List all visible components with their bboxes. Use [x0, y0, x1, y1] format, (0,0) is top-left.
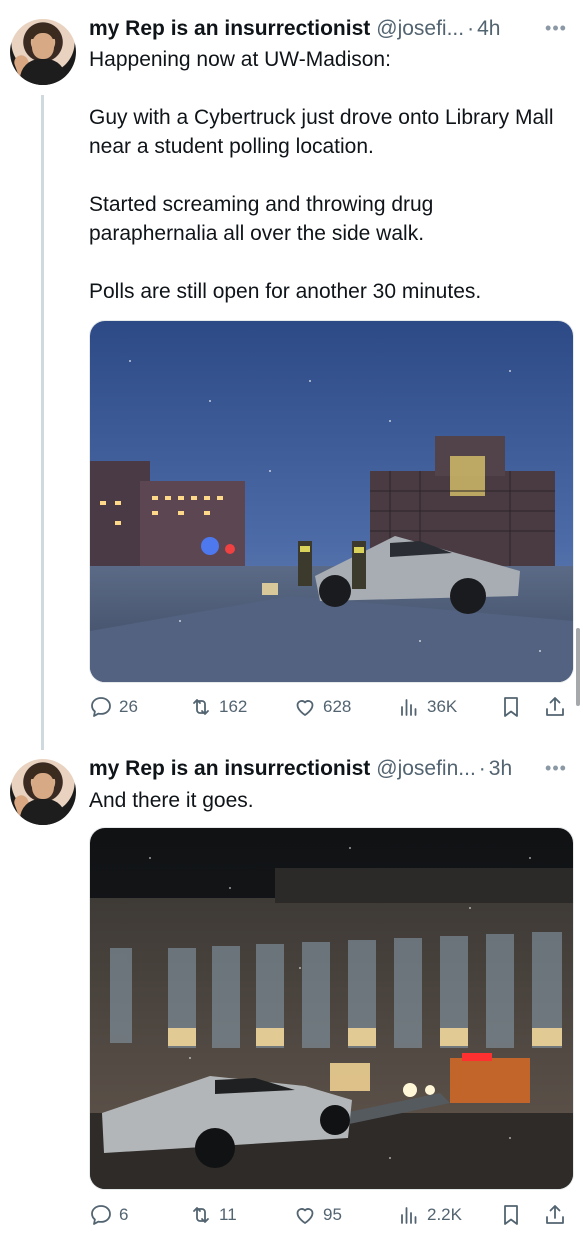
reply-count: 6	[119, 1205, 129, 1224]
tweet-paragraph: And there it goes.	[89, 789, 254, 812]
author-handle[interactable]: @josefi...	[376, 17, 464, 41]
tweet-header: my Rep is an insurrectionist @josefin...…	[89, 754, 512, 784]
like-count: 628	[323, 697, 352, 716]
tweet-paragraph: Happening now at UW-Madison:	[89, 48, 391, 71]
views-button[interactable]: 36K	[397, 692, 457, 722]
tweet-paragraph: Guy with a Cybertruck just drove onto Li…	[89, 106, 554, 158]
reply-icon	[91, 697, 111, 717]
bookmark-button[interactable]	[499, 1200, 529, 1230]
repost-count: 11	[219, 1205, 237, 1224]
repost-icon	[193, 1207, 209, 1223]
avatar[interactable]	[10, 759, 76, 825]
views-icon	[401, 699, 417, 716]
separator: ·	[467, 17, 475, 40]
reply-icon	[91, 1205, 111, 1225]
repost-icon	[193, 699, 209, 715]
separator: ·	[478, 757, 486, 780]
more-horizontal-icon[interactable]: •••	[543, 758, 569, 778]
views-icon	[401, 1207, 417, 1224]
bookmark-icon	[504, 1205, 518, 1225]
like-count: 95	[323, 1205, 342, 1224]
author-name[interactable]: my Rep is an insurrectionist	[89, 17, 370, 41]
like-button[interactable]: 95	[293, 1200, 342, 1230]
more-horizontal-icon[interactable]: •••	[543, 18, 569, 38]
tweet-photo[interactable]	[89, 827, 574, 1190]
reply-button[interactable]: 26	[89, 692, 138, 722]
repost-count: 162	[219, 697, 248, 716]
author-name[interactable]: my Rep is an insurrectionist	[89, 757, 370, 781]
share-button[interactable]	[543, 1200, 573, 1230]
repost-button[interactable]: 162	[189, 692, 247, 722]
scrollbar[interactable]	[576, 628, 580, 706]
thread-connector-line	[41, 95, 44, 750]
heart-icon	[296, 700, 314, 716]
reply-button[interactable]: 6	[89, 1200, 128, 1230]
share-button[interactable]	[543, 692, 573, 722]
bookmark-icon	[504, 697, 518, 717]
heart-icon	[296, 1208, 314, 1224]
tweet-paragraph: Started screaming and throwing drug para…	[89, 193, 434, 245]
timestamp[interactable]: 3h	[489, 757, 512, 781]
views-button[interactable]: 2.2K	[397, 1200, 462, 1230]
share-icon	[546, 1205, 564, 1224]
view-count: 2.2K	[427, 1205, 462, 1224]
author-handle[interactable]: @josefin...	[376, 757, 476, 781]
action-bar: 6 11 95 2.2K	[89, 1200, 572, 1230]
tweet-header: my Rep is an insurrectionist @josefi... …	[89, 14, 500, 44]
like-button[interactable]: 628	[293, 692, 351, 722]
share-icon	[546, 697, 564, 716]
tweet-paragraph: Polls are still open for another 30 minu…	[89, 280, 482, 303]
action-bar: 26 162 628 36K	[89, 692, 572, 722]
tweet-text: And there it goes.	[89, 786, 559, 815]
tweet-text: Happening now at UW-Madison: Guy with a …	[89, 45, 559, 306]
tweet-photo[interactable]	[89, 320, 574, 683]
repost-button[interactable]: 11	[189, 1200, 237, 1230]
view-count: 36K	[427, 697, 458, 716]
timestamp[interactable]: 4h	[477, 17, 500, 41]
bookmark-button[interactable]	[499, 692, 529, 722]
avatar[interactable]	[10, 19, 76, 85]
reply-count: 26	[119, 697, 138, 716]
